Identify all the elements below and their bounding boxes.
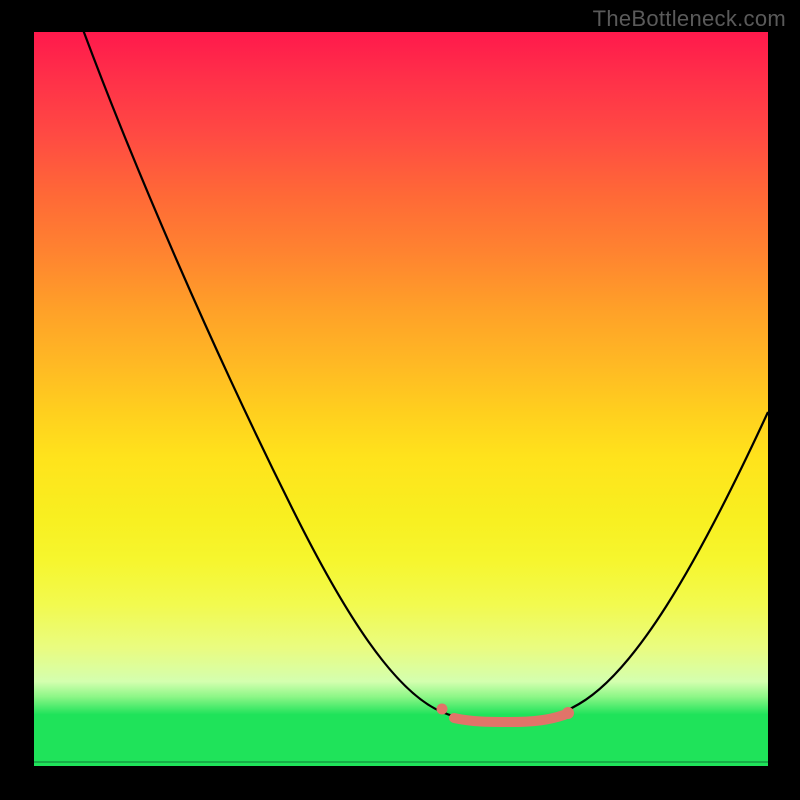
chart-svg xyxy=(34,32,768,766)
watermark-text: TheBottleneck.com xyxy=(593,6,786,32)
highlight-end-dot xyxy=(562,707,574,719)
highlight-segment xyxy=(454,715,564,722)
highlight-start-dot xyxy=(437,704,448,715)
bottleneck-curve xyxy=(82,32,768,720)
plot-area xyxy=(34,32,768,766)
